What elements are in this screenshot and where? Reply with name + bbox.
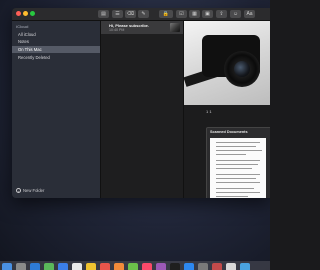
delete-note-icon[interactable]: ⌫	[125, 10, 136, 18]
plus-icon: +	[16, 188, 21, 195]
toolbar: ▤ ☰ ⌫ ✎ 🔒 ☑ ▦ ▣ ⇪ ☺ Aa	[12, 8, 270, 21]
maps-icon[interactable]	[72, 263, 82, 270]
calendar-icon[interactable]	[100, 263, 110, 270]
list-view-icon[interactable]: ☰	[112, 10, 123, 18]
note-editor[interactable]: 1 1 Scanned Documents	[184, 21, 270, 198]
dock	[0, 261, 270, 270]
new-folder-label: New Folder	[23, 188, 45, 193]
sidebar-item-all-icloud[interactable]: All iCloud	[12, 31, 100, 38]
system-preferences-icon[interactable]	[198, 263, 208, 270]
maximize-window-button[interactable]	[30, 11, 35, 16]
note-list: Hi, Please subscribe. 10:40 PM	[101, 21, 184, 198]
scanned-documents-attachment[interactable]: Scanned Documents	[206, 127, 270, 198]
tv-icon[interactable]	[170, 263, 180, 270]
camera-lens-glass	[234, 61, 250, 77]
format-icon[interactable]: Aa	[244, 10, 255, 18]
share-icon[interactable]: ⇪	[216, 10, 227, 18]
music-icon[interactable]	[142, 263, 152, 270]
sidebar-section-label: iCloud	[16, 24, 29, 29]
camera-photo[interactable]	[184, 21, 270, 105]
new-folder-button[interactable]: + New Folder	[16, 188, 44, 194]
note-caption: 1 1	[206, 109, 212, 114]
minimize-window-button[interactable]	[23, 11, 28, 16]
lock-icon[interactable]: 🔒	[159, 10, 173, 18]
notes-window: ▤ ☰ ⌫ ✎ 🔒 ☑ ▦ ▣ ⇪ ☺ Aa iCloud All iCloud…	[12, 8, 270, 198]
collaborate-icon[interactable]: ☺	[230, 10, 241, 18]
downloads-icon[interactable]	[226, 263, 236, 270]
facetime-icon[interactable]	[128, 263, 138, 270]
new-note-icon[interactable]: ✎	[138, 10, 149, 18]
app-icon[interactable]	[212, 263, 222, 270]
notes-icon[interactable]	[86, 263, 96, 270]
desktop: ▤ ☰ ⌫ ✎ 🔒 ☑ ▦ ▣ ⇪ ☺ Aa iCloud All iCloud…	[0, 0, 270, 270]
photos-icon[interactable]	[114, 263, 124, 270]
scanned-page-preview	[210, 138, 266, 198]
sidebar-item-notes[interactable]: Notes	[12, 38, 100, 45]
attachment-title: Scanned Documents	[210, 130, 248, 134]
finder-icon[interactable]	[2, 263, 12, 270]
sidebar-toggle-icon[interactable]: ▤	[98, 10, 109, 18]
sidebar-item-recently-deleted[interactable]: Recently Deleted	[12, 54, 100, 61]
media-icon[interactable]: ▣	[202, 10, 213, 18]
trash-icon[interactable]	[240, 263, 250, 270]
podcasts-icon[interactable]	[156, 263, 166, 270]
messages-icon[interactable]	[44, 263, 54, 270]
sidebar-item-on-this-mac[interactable]: On This Mac	[12, 46, 100, 53]
list-item[interactable]: Hi, Please subscribe. 10:40 PM	[101, 21, 183, 34]
folder-sidebar: iCloud All iCloud Notes On This Mac Rece…	[12, 21, 101, 198]
note-thumbnail	[170, 23, 180, 32]
safari-icon[interactable]	[30, 263, 40, 270]
close-window-button[interactable]	[16, 11, 21, 16]
note-time: 10:40 PM	[109, 28, 125, 32]
table-icon[interactable]: ▦	[189, 10, 200, 18]
launchpad-icon[interactable]	[16, 263, 26, 270]
mail-icon[interactable]	[58, 263, 68, 270]
checklist-icon[interactable]: ☑	[176, 10, 187, 18]
app-store-icon[interactable]	[184, 263, 194, 270]
